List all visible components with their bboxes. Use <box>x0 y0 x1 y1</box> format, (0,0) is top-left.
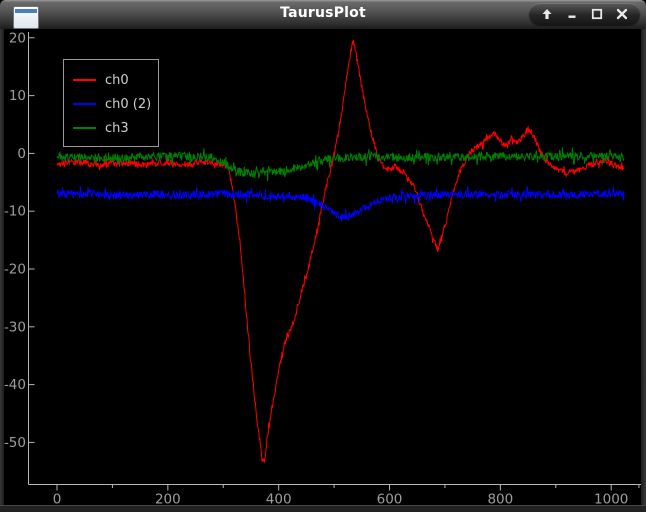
legend-label: ch0 (2) <box>105 98 151 111</box>
window-frame-bottom <box>0 505 646 512</box>
x-tick-label: 1000 <box>594 492 628 506</box>
x-tick-label: 800 <box>487 492 513 506</box>
minimize-icon <box>566 8 578 20</box>
maximize-button[interactable] <box>588 5 606 23</box>
legend-line-sample <box>73 103 96 105</box>
x-tick-label: 0 <box>53 492 62 506</box>
up-arrow-icon <box>541 8 553 20</box>
close-button[interactable] <box>613 5 631 23</box>
y-tick-label: -30 <box>4 319 26 335</box>
legend-item[interactable]: ch0 (2) <box>64 92 158 116</box>
window-frame-left <box>0 29 4 512</box>
legend-item[interactable]: ch3 <box>64 116 158 140</box>
maximize-icon <box>591 8 603 20</box>
x-tick-label: 600 <box>377 492 403 506</box>
y-tick-label: -50 <box>4 435 26 451</box>
legend-line-sample <box>73 79 96 81</box>
x-tick-label: 200 <box>155 492 181 506</box>
y-tick-label: -20 <box>4 262 26 278</box>
legend-label: ch0 <box>105 74 129 87</box>
legend-line-sample <box>73 127 96 129</box>
series-line-ch0-2- <box>57 186 624 221</box>
legend-label: ch3 <box>105 122 129 135</box>
y-tick-label: -10 <box>4 204 26 220</box>
y-tick-label: 20 <box>9 30 26 46</box>
title-bar[interactable]: TaurusPlot <box>0 0 646 29</box>
x-tick-label: 400 <box>266 492 292 506</box>
window-controls <box>529 3 640 25</box>
y-tick-label: 10 <box>9 88 26 104</box>
plot-legend[interactable]: ch0 ch0 (2) ch3 <box>63 59 159 147</box>
y-tick-label: 0 <box>17 146 26 162</box>
window-frame-right <box>641 29 646 512</box>
legend-item[interactable]: ch0 <box>64 68 158 92</box>
plot-container: 20 10 0 -10 -20 -30 -40 -50 0 200 400 600 800 1000 ch… <box>0 29 646 512</box>
shade-button[interactable] <box>538 5 556 23</box>
y-tick-label: -40 <box>4 377 26 393</box>
taurusplot-window: TaurusPlot <box>0 0 646 512</box>
close-icon <box>616 8 628 20</box>
minimize-button[interactable] <box>563 5 581 23</box>
